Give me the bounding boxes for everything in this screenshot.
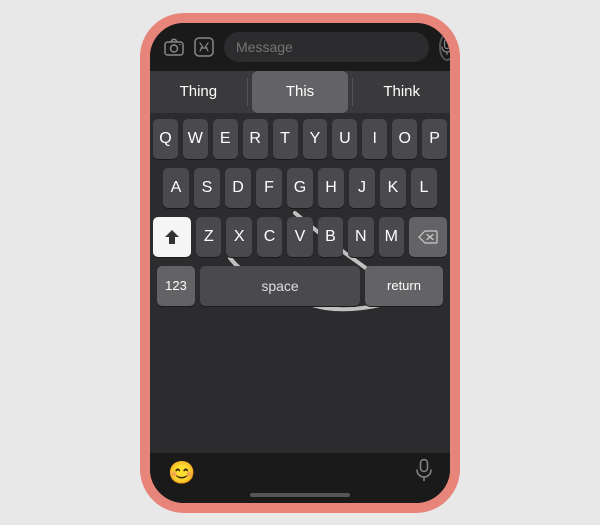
key-y[interactable]: Y (303, 119, 328, 159)
predictive-divider-left (247, 78, 248, 106)
predictive-this[interactable]: This (252, 71, 349, 113)
key-c[interactable]: C (257, 217, 282, 257)
key-g[interactable]: G (287, 168, 313, 208)
key-a[interactable]: A (163, 168, 189, 208)
key-p[interactable]: P (422, 119, 447, 159)
key-w[interactable]: W (183, 119, 208, 159)
key-return[interactable]: return (365, 266, 443, 306)
predictive-bar: Thing This Think (150, 71, 450, 113)
keyboard-row-3: Z X C V B N M (153, 217, 447, 257)
appstore-icon[interactable] (194, 31, 214, 63)
key-shift[interactable] (153, 217, 191, 257)
key-u[interactable]: U (332, 119, 357, 159)
phone-frame: Thing This Think Q W E R T Y U I O P (140, 13, 460, 513)
predictive-thing[interactable]: Thing (150, 71, 247, 113)
key-b[interactable]: B (318, 217, 343, 257)
camera-icon[interactable] (164, 31, 184, 63)
key-q[interactable]: Q (153, 119, 178, 159)
top-bar (150, 23, 450, 71)
key-delete[interactable] (409, 217, 447, 257)
home-indicator (150, 489, 450, 503)
keyboard-row-1: Q W E R T Y U I O P (153, 119, 447, 159)
message-input[interactable] (224, 32, 429, 62)
keyboard-row-4: 123 space return (153, 266, 447, 306)
key-t[interactable]: T (273, 119, 298, 159)
key-o[interactable]: O (392, 119, 417, 159)
bottom-strip: 😊 (150, 453, 450, 489)
mic-bottom-icon[interactable] (416, 459, 432, 487)
key-r[interactable]: R (243, 119, 268, 159)
key-n[interactable]: N (348, 217, 373, 257)
emoji-icon[interactable]: 😊 (168, 460, 195, 486)
key-space[interactable]: space (200, 266, 360, 306)
key-numbers[interactable]: 123 (157, 266, 195, 306)
key-s[interactable]: S (194, 168, 220, 208)
key-i[interactable]: I (362, 119, 387, 159)
key-d[interactable]: D (225, 168, 251, 208)
key-x[interactable]: X (226, 217, 251, 257)
keyboard-row-2: A S D F G H J K L (153, 168, 447, 208)
keyboard: Q W E R T Y U I O P A S D F G H J K L (150, 113, 450, 453)
predictive-think[interactable]: Think (353, 71, 450, 113)
key-l[interactable]: L (411, 168, 437, 208)
key-h[interactable]: H (318, 168, 344, 208)
key-k[interactable]: K (380, 168, 406, 208)
key-m[interactable]: M (379, 217, 404, 257)
key-z[interactable]: Z (196, 217, 221, 257)
key-j[interactable]: J (349, 168, 375, 208)
home-bar (250, 493, 350, 497)
key-f[interactable]: F (256, 168, 282, 208)
mic-button[interactable] (439, 33, 455, 61)
key-v[interactable]: V (287, 217, 312, 257)
key-e[interactable]: E (213, 119, 238, 159)
